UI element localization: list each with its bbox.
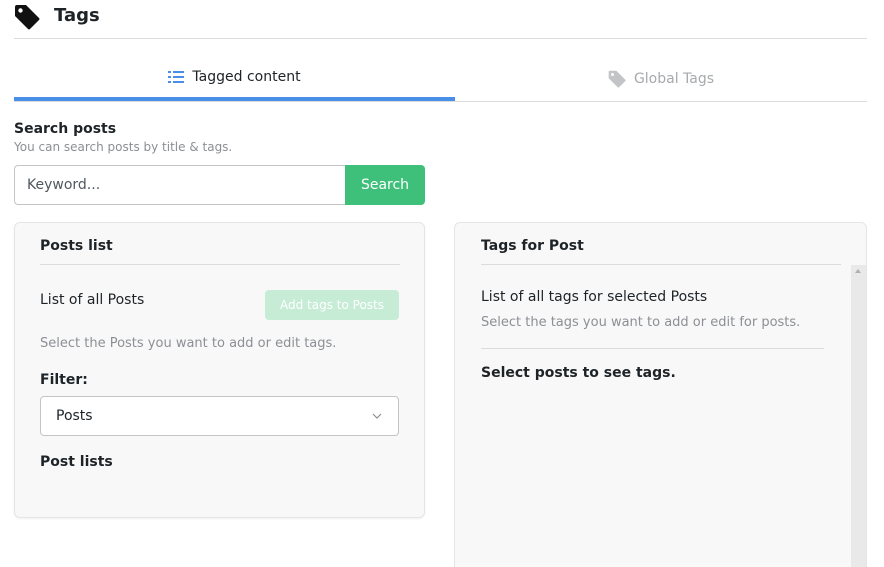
divider	[40, 264, 400, 265]
tab-label: Global Tags	[633, 71, 715, 87]
search-subtitle: You can search posts by title & tags.	[14, 140, 233, 154]
search-input[interactable]	[14, 165, 346, 205]
filter-label: Filter:	[40, 372, 88, 388]
empty-message: Select posts to see tags.	[481, 365, 676, 381]
posts-hint: Select the Posts you want to add or edit…	[40, 336, 337, 351]
posts-panel-title: Posts list	[40, 238, 113, 254]
tag-icon	[15, 5, 40, 30]
tags-hint: Select the tags you want to add or edit …	[481, 315, 801, 330]
tab-tagged-content[interactable]: Tagged content	[14, 56, 455, 101]
page-title: Tags	[54, 5, 100, 26]
search-title: Search posts	[14, 121, 117, 137]
tag-icon	[608, 70, 626, 88]
add-tags-button[interactable]: Add tags to Posts	[265, 290, 399, 320]
scroll-up-arrow-icon[interactable]	[855, 269, 861, 273]
divider	[481, 348, 824, 349]
filter-select[interactable]: Posts	[40, 396, 399, 436]
post-lists-heading: Post lists	[40, 454, 113, 470]
tab-bar: Tagged content Global Tags	[14, 56, 867, 102]
tags-panel: Tags for Post List of all tags for selec…	[454, 222, 867, 567]
scrollbar[interactable]	[851, 265, 866, 567]
list-icon	[168, 70, 185, 83]
tab-label: Tagged content	[192, 68, 301, 85]
page-header: Tags	[14, 0, 867, 39]
search-button[interactable]: Search	[345, 165, 425, 205]
tags-panel-title: Tags for Post	[481, 238, 584, 254]
chevron-down-icon	[372, 413, 382, 419]
tags-list-label: List of all tags for selected Posts	[481, 289, 708, 305]
filter-value: Posts	[56, 408, 93, 424]
divider	[481, 264, 841, 265]
posts-list-label: List of all Posts	[40, 292, 145, 308]
tab-global-tags[interactable]: Global Tags	[455, 56, 867, 102]
posts-panel: Posts list List of all Posts Add tags to…	[14, 222, 425, 518]
